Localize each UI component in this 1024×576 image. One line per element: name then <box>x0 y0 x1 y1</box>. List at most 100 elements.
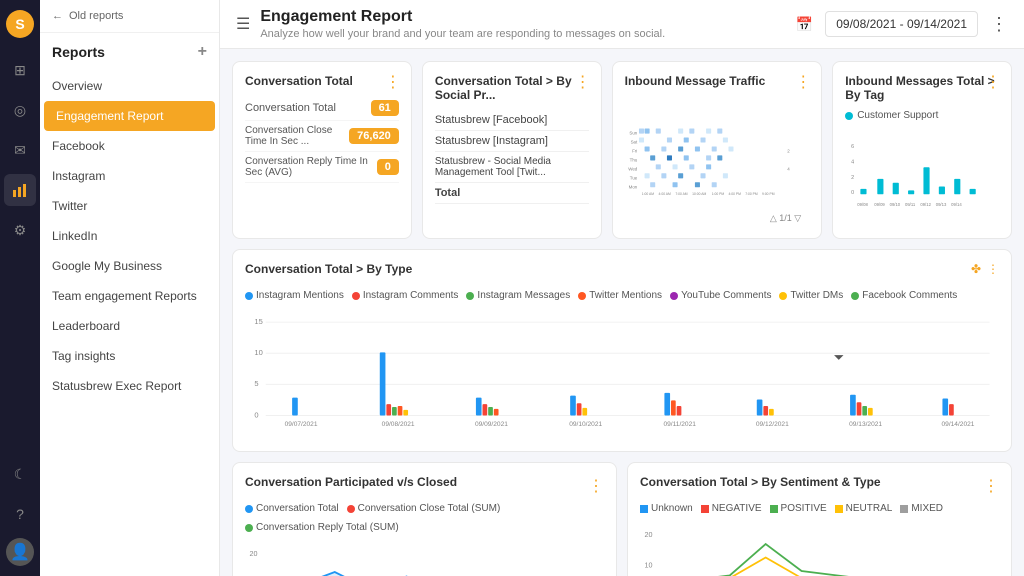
participated-menu[interactable]: ⋮ <box>588 476 604 496</box>
conversation-total-menu[interactable]: ⋮ <box>385 72 401 92</box>
conversation-type-legend: Instagram Mentions Instagram Comments In… <box>245 290 999 301</box>
svg-text:10: 10 <box>644 561 652 569</box>
svg-text:0: 0 <box>254 410 258 419</box>
stat-row-close: Conversation Close Time In Sec ... 76,62… <box>245 121 399 152</box>
legend-label: Instagram Messages <box>477 290 570 301</box>
svg-text:09/09/2021: 09/09/2021 <box>475 421 508 428</box>
legend-dot <box>835 505 843 513</box>
sidebar-item-linkedin[interactable]: LinkedIn <box>40 221 219 251</box>
app-logo[interactable]: S <box>6 10 34 38</box>
nav-icon-settings[interactable]: ⚙ <box>4 214 36 246</box>
legend-label: Instagram Comments <box>363 290 459 301</box>
sidebar-item-exec-report[interactable]: Statusbrew Exec Report <box>40 371 219 401</box>
sentiment-menu[interactable]: ⋮ <box>983 476 999 496</box>
legend-dot <box>779 292 787 300</box>
legend-label: Facebook Comments <box>862 290 957 301</box>
svg-text:20: 20 <box>249 550 257 558</box>
conversation-social-menu[interactable]: ⋮ <box>575 72 591 92</box>
legend-neutral: NEUTRAL <box>835 503 893 514</box>
calendar-icon: 📅 <box>796 16 813 33</box>
theme-toggle-icon[interactable]: ☾ <box>4 458 36 490</box>
back-label: Old reports <box>69 10 123 22</box>
nav-icon-reports[interactable] <box>4 174 36 206</box>
sidebar-item-overview[interactable]: Overview <box>40 71 219 101</box>
nav-icon-target[interactable]: ◎ <box>4 94 36 126</box>
svg-text:Thu: Thu <box>629 158 637 163</box>
page-title: Engagement Report <box>260 8 665 26</box>
svg-text:10:00 AM: 10:00 AM <box>692 192 706 196</box>
sidebar-item-facebook[interactable]: Facebook <box>40 131 219 161</box>
svg-text:Sun: Sun <box>629 131 637 136</box>
main-content: ☰ Engagement Report Analyze how well you… <box>220 0 1024 576</box>
conversation-total-widget: Conversation Total ⋮ Conversation Total … <box>232 61 412 239</box>
sentiment-legend: Unknown NEGATIVE POSITIVE NEUTRAL <box>640 503 999 514</box>
legend-reply-total: Conversation Reply Total (SUM) <box>245 522 399 533</box>
legend-dot <box>347 505 355 513</box>
back-arrow-icon: ← <box>52 10 63 22</box>
legend-youtube-comments: YouTube Comments <box>670 290 771 301</box>
svg-text:9:00 PM: 9:00 PM <box>762 192 775 196</box>
page-subtitle: Analyze how well your brand and your tea… <box>260 28 665 40</box>
svg-text:Wed: Wed <box>628 167 638 172</box>
sidebar-item-twitter[interactable]: Twitter <box>40 191 219 221</box>
svg-text:Fri: Fri <box>632 149 637 154</box>
heatmap-svg: Sun Sat Fri Thu Wed Tue Mon 1:00 AM 4:00… <box>625 96 810 226</box>
sidebar-item-leaderboard[interactable]: Leaderboard <box>40 311 219 341</box>
topbar-right: 📅 09/08/2021 - 09/14/2021 ⋮ <box>796 11 1008 37</box>
sidebar-item-tag-insights[interactable]: Tag insights <box>40 341 219 371</box>
legend-close-total: Conversation Close Total (SUM) <box>347 503 501 514</box>
table-row[interactable]: Statusbrew [Instagram] <box>435 131 589 152</box>
svg-text:09/14/2021: 09/14/2021 <box>942 421 975 428</box>
sidebar-item-google-my-business[interactable]: Google My Business <box>40 251 219 281</box>
conversation-type-widget: Conversation Total > By Type ✤ ⋮ Instagr… <box>232 249 1012 452</box>
svg-text:09/10: 09/10 <box>890 202 901 207</box>
customer-support-legend-dot <box>845 112 853 120</box>
conversation-type-menu[interactable]: ⋮ <box>987 262 999 276</box>
add-report-button[interactable]: + <box>198 43 207 61</box>
svg-text:09/12/2021: 09/12/2021 <box>756 421 789 428</box>
inbound-tag-menu[interactable]: ⋮ <box>985 72 1001 92</box>
inbound-traffic-menu[interactable]: ⋮ <box>795 72 811 92</box>
legend-label: Conversation Total <box>256 503 339 514</box>
conversation-type-chart: 15 10 5 0 09/07/2021 09/08/2021 <box>245 309 999 439</box>
legend-dot <box>245 524 253 532</box>
legend-label: NEUTRAL <box>846 503 893 514</box>
svg-text:4:00 PM: 4:00 PM <box>728 192 741 196</box>
date-range-picker[interactable]: 09/08/2021 - 09/14/2021 <box>825 11 978 37</box>
svg-text:09/14: 09/14 <box>951 202 962 207</box>
customer-support-legend-label: Customer Support <box>857 110 938 121</box>
svg-text:09/13/2021: 09/13/2021 <box>849 421 882 428</box>
svg-text:09/12: 09/12 <box>921 202 932 207</box>
hamburger-menu-icon[interactable]: ☰ <box>236 14 250 34</box>
sidebar-item-team-engagement[interactable]: Team engagement Reports <box>40 281 219 311</box>
expand-icon[interactable]: ✤ <box>971 262 981 276</box>
inbound-traffic-title: Inbound Message Traffic <box>625 74 810 88</box>
svg-text:Mon: Mon <box>628 184 637 189</box>
svg-text:09/08/2021: 09/08/2021 <box>382 421 415 428</box>
sidebar-item-instagram[interactable]: Instagram <box>40 161 219 191</box>
sidebar-item-engagement-report[interactable]: Engagement Report <box>44 101 215 131</box>
svg-text:0: 0 <box>851 190 854 196</box>
stat-label-reply: Conversation Reply Time In Sec (AVG) <box>245 156 377 178</box>
widget-row-1: Conversation Total ⋮ Conversation Total … <box>232 61 1012 239</box>
sidebar-back-button[interactable]: ← Old reports <box>40 0 219 33</box>
legend-dot <box>466 292 474 300</box>
legend-dot <box>352 292 360 300</box>
sidebar-header: Reports + <box>40 33 219 71</box>
legend-twitter-mentions: Twitter Mentions <box>578 290 662 301</box>
legend-instagram-messages: Instagram Messages <box>466 290 570 301</box>
help-icon[interactable]: ? <box>4 498 36 530</box>
avatar[interactable]: 👤 <box>6 538 34 566</box>
svg-text:Sat: Sat <box>630 140 637 145</box>
nav-icon-grid[interactable]: ⊞ <box>4 54 36 86</box>
svg-text:7:00 PM: 7:00 PM <box>745 192 758 196</box>
table-row[interactable]: Statusbrew - Social Media Management Too… <box>435 152 589 183</box>
table-row[interactable]: Statusbrew [Facebook] <box>435 110 589 131</box>
topbar-more-icon[interactable]: ⋮ <box>990 14 1008 35</box>
nav-icon-mail[interactable]: ✉ <box>4 134 36 166</box>
legend-dot <box>670 292 678 300</box>
sentiment-chart: 20 10 <box>640 522 999 576</box>
legend-instagram-mentions: Instagram Mentions <box>245 290 344 301</box>
svg-text:6: 6 <box>851 144 854 150</box>
svg-text:15: 15 <box>254 317 262 326</box>
